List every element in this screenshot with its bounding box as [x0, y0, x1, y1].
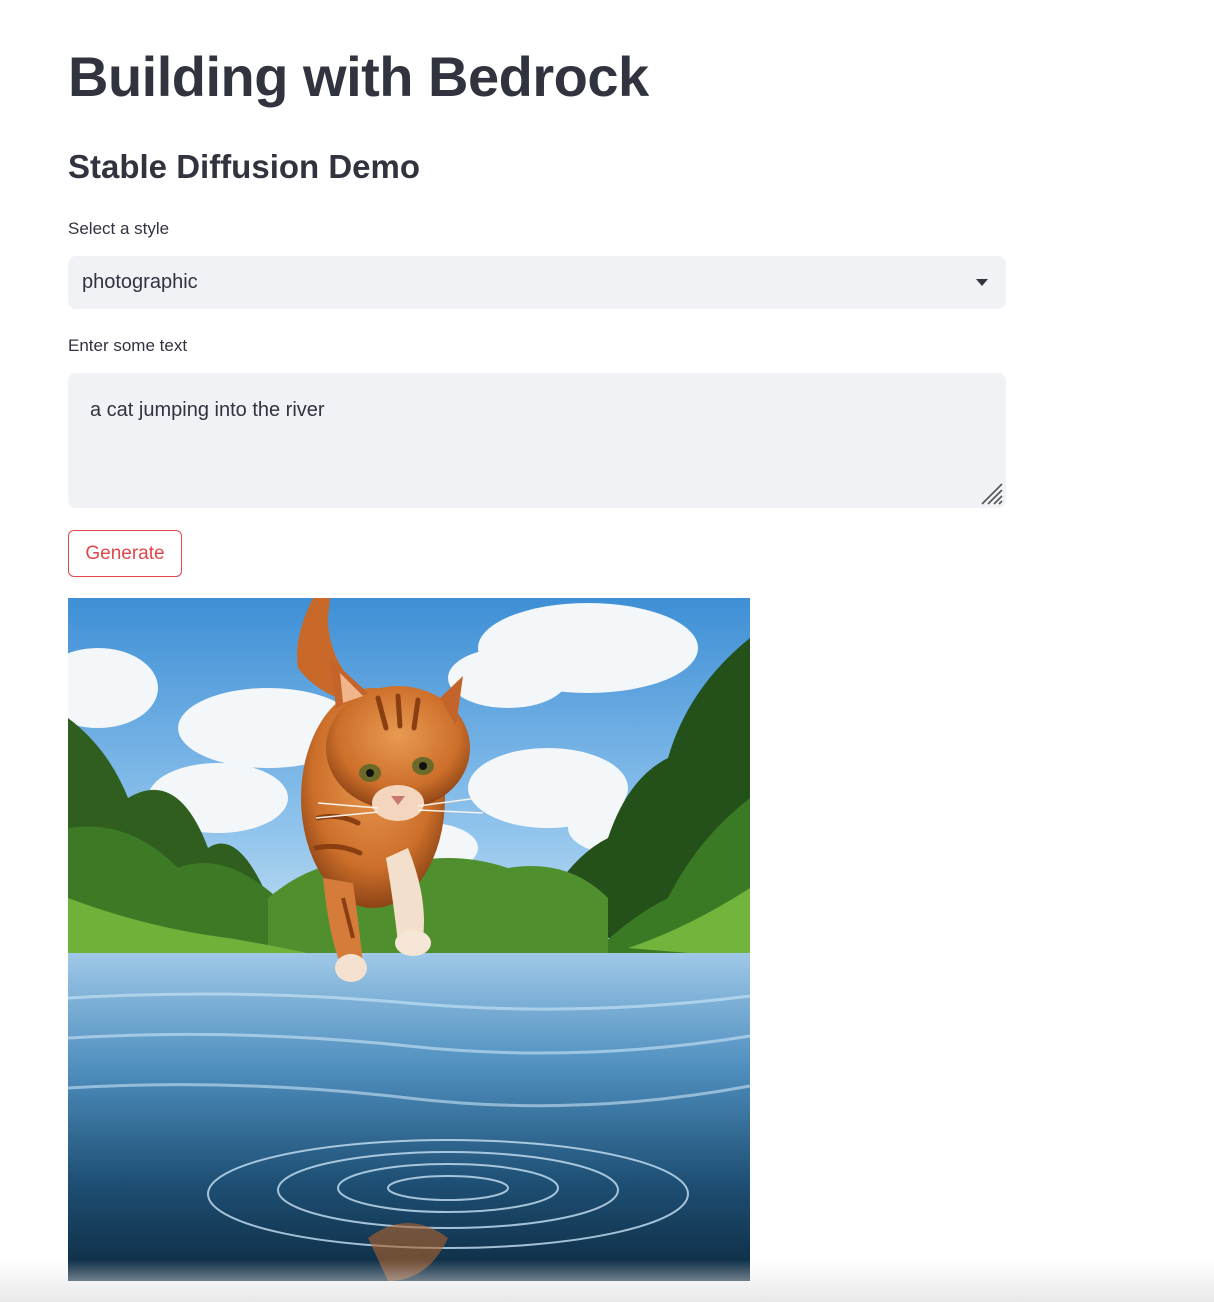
style-select-value: photographic: [82, 271, 198, 293]
generate-button[interactable]: Generate: [68, 530, 182, 577]
prompt-textarea-value: a cat jumping into the river: [90, 399, 325, 421]
resize-handle-icon[interactable]: [978, 480, 1004, 506]
style-select[interactable]: photographic: [68, 256, 1006, 309]
prompt-input-label: Enter some text: [68, 336, 188, 355]
style-select-label: Select a style: [68, 219, 170, 238]
page-title: Building with Bedrock: [68, 45, 649, 108]
app-page: Building with Bedrock Stable Diffusion D…: [0, 0, 1214, 1302]
page-subtitle: Stable Diffusion Demo: [68, 148, 421, 185]
chevron-down-icon[interactable]: [976, 279, 988, 286]
prompt-textarea[interactable]: a cat jumping into the river: [68, 373, 1006, 508]
generated-image: [68, 598, 750, 1281]
